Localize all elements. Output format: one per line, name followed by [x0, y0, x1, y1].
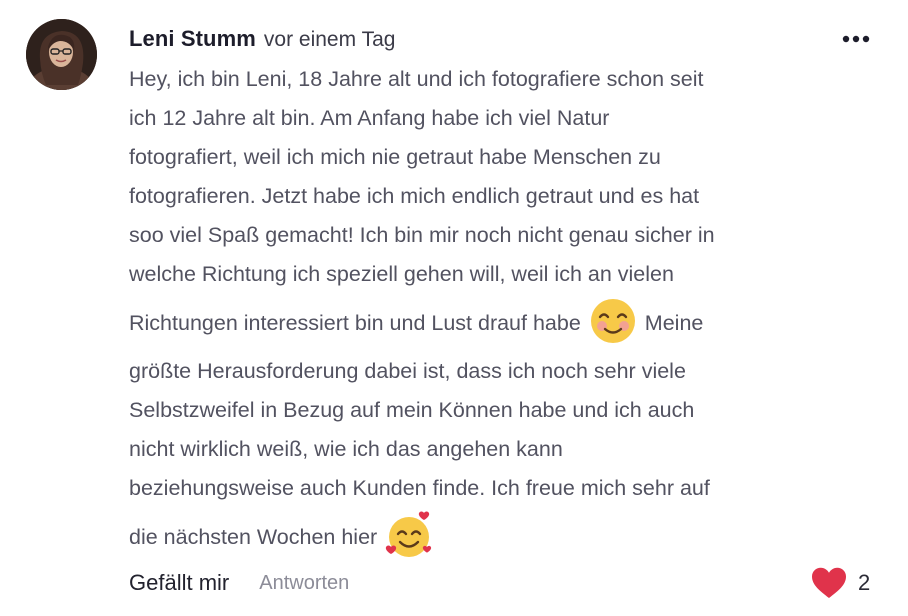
- comment-line: Selbstzweifel in Bezug auf mein Können h…: [129, 398, 695, 422]
- comment-card: Leni Stumm vor einem Tag Hey, ich bin Le…: [0, 0, 908, 616]
- comment-line: beziehungsweise auch Kunden finde. Ich f…: [129, 476, 710, 500]
- comment-line: ich 12 Jahre alt bin. Am Anfang habe ich…: [129, 106, 610, 130]
- comment-line: nicht wirklich weiß, wie ich das angehen…: [129, 437, 563, 461]
- avatar-image: [26, 19, 97, 90]
- comment-line: soo viel Spaß gemacht! Ich bin mir noch …: [129, 223, 715, 247]
- more-horizontal-icon: [842, 35, 870, 43]
- more-options-button[interactable]: [838, 27, 874, 51]
- comment-timestamp: vor einem Tag: [263, 28, 396, 51]
- user-avatar[interactable]: [26, 19, 97, 90]
- comment-line-with-emoji: die nächsten Wochen hier: [129, 508, 879, 566]
- comment-line: fotografiert, weil ich mich nie getraut …: [129, 145, 661, 169]
- comment-actions: Gefällt mir Antworten: [129, 567, 349, 599]
- reaction-summary[interactable]: 2: [810, 565, 870, 601]
- author-name[interactable]: Leni Stumm: [129, 26, 256, 52]
- comment-text: die nächsten Wochen hier: [129, 525, 378, 549]
- comment-line: fotografieren. Jetzt habe ich mich endli…: [129, 184, 700, 208]
- comment-line: welche Richtung ich speziell gehen will,…: [129, 262, 674, 286]
- reply-button[interactable]: Antworten: [259, 572, 349, 595]
- smiling-face-with-hearts-emoji: [386, 511, 432, 558]
- comment-text: Meine: [644, 311, 704, 335]
- smiling-blushing-face-emoji: [590, 299, 635, 344]
- comment-body: Hey, ich bin Leni, 18 Jahre alt und ich …: [129, 60, 879, 566]
- comment-line: größte Herausforderung dabei ist, dass i…: [129, 359, 686, 383]
- like-button[interactable]: Gefällt mir: [129, 570, 229, 596]
- like-count: 2: [858, 570, 871, 595]
- comment-header: Leni Stumm vor einem Tag: [129, 26, 395, 56]
- comment-line-with-emoji: Richtungen interessiert bin und Lust dra…: [129, 294, 879, 352]
- comment-text: Richtungen interessiert bin und Lust dra…: [129, 311, 581, 335]
- heart-icon[interactable]: [810, 566, 848, 600]
- comment-line: Hey, ich bin Leni, 18 Jahre alt und ich …: [129, 67, 704, 91]
